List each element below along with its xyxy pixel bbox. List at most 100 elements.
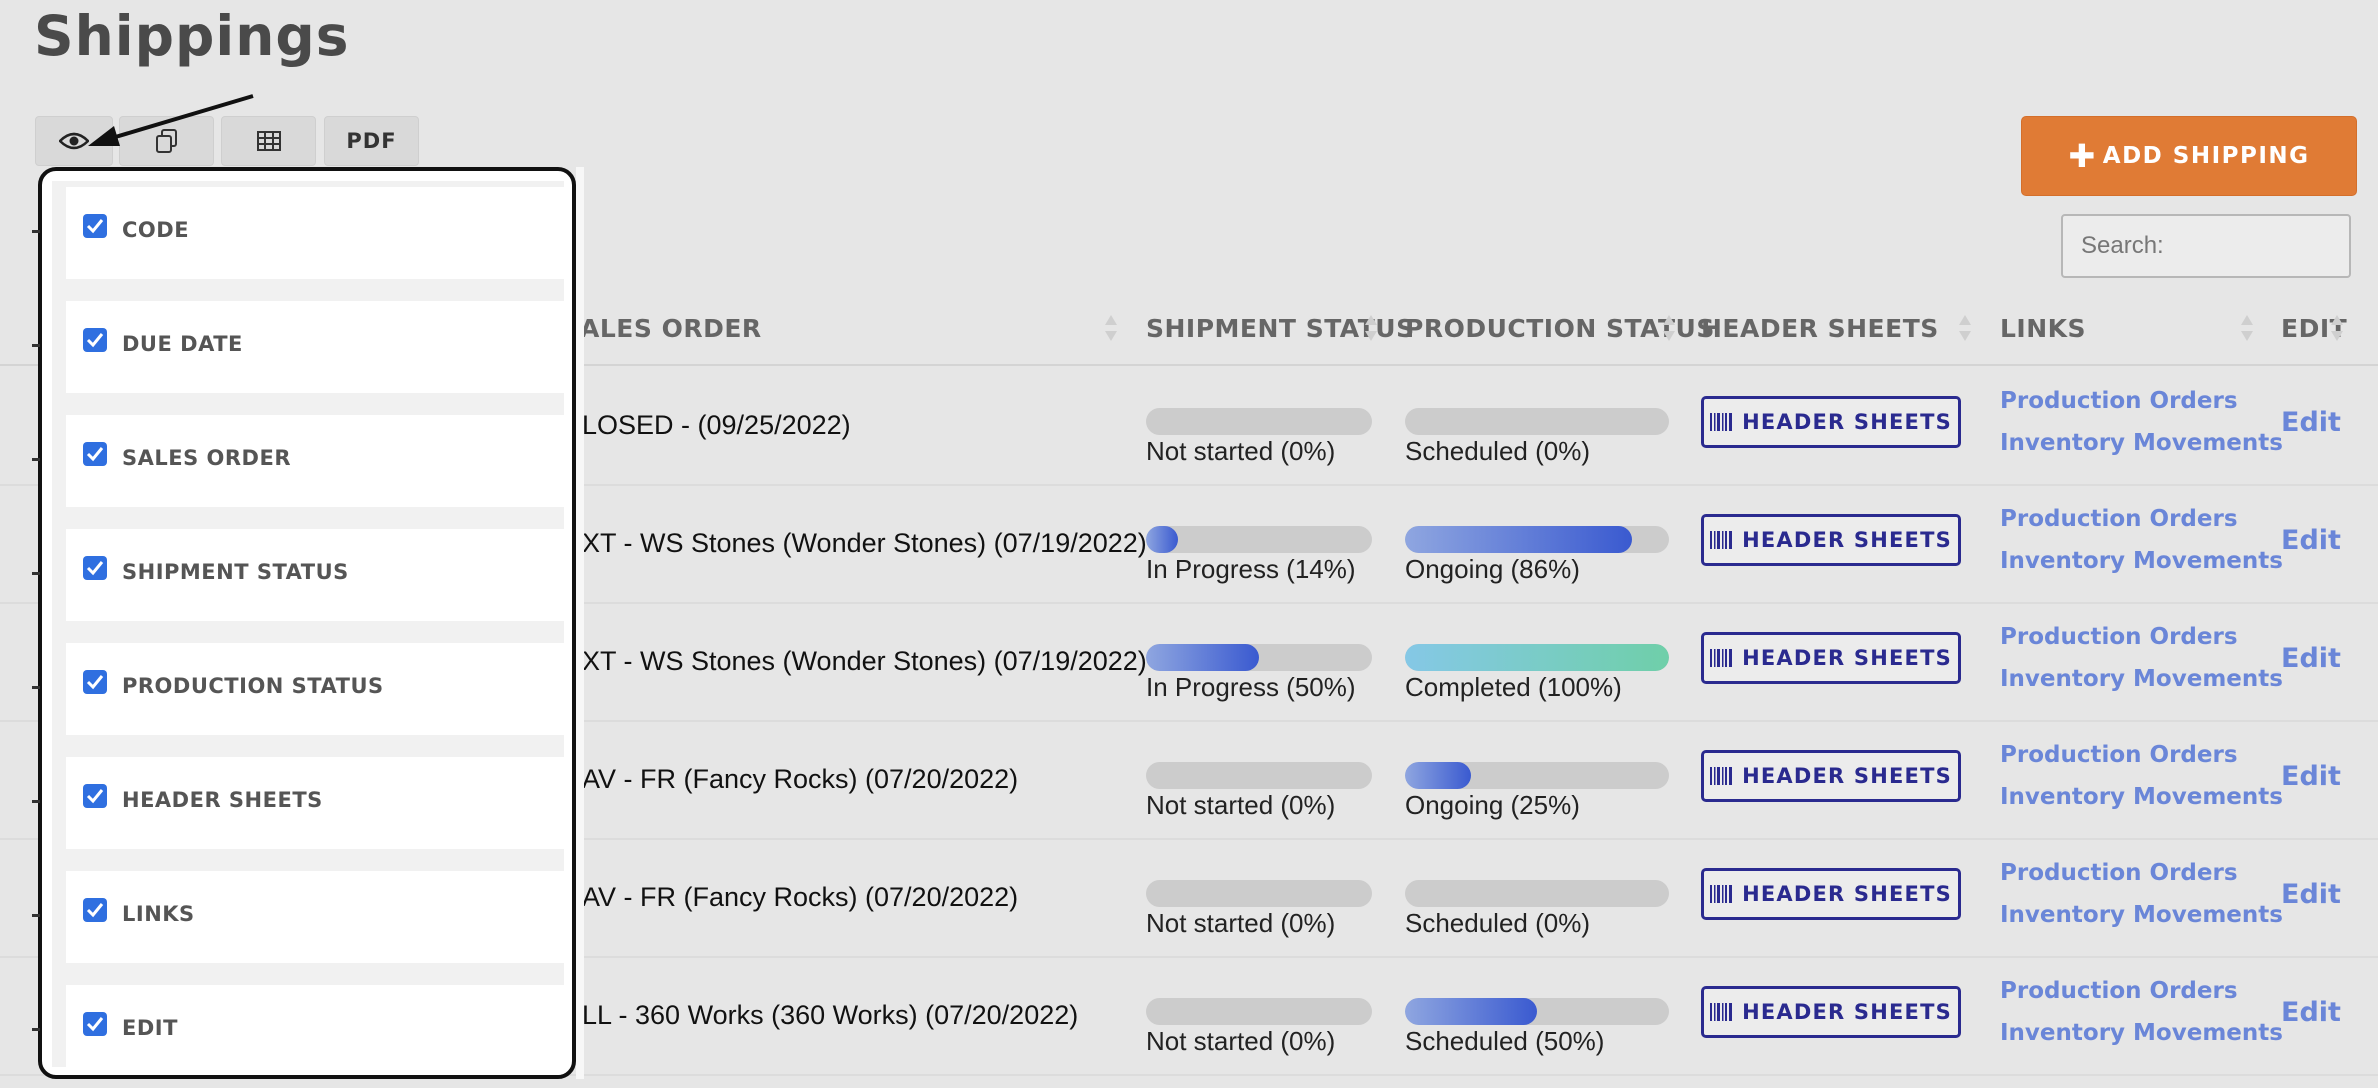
column-toggle-item[interactable]: SALES ORDER [66, 415, 566, 507]
sales-order-cell: XT - WS Stones (Wonder Stones) (07/19/20… [582, 528, 1147, 558]
shipment-progress-fill [1146, 526, 1178, 553]
row-marker [32, 458, 40, 461]
pdf-button[interactable]: PDF [324, 116, 419, 166]
checkbox[interactable] [83, 898, 107, 922]
column-toggle-item[interactable]: LINKS [66, 871, 566, 963]
sort-icon[interactable] [2330, 313, 2344, 343]
column-toggle-item[interactable]: SHIPMENT STATUS [66, 529, 566, 621]
column-toggle-item[interactable]: PRODUCTION STATUS [66, 643, 566, 735]
header-sheets-button[interactable]: HEADER SHEETS [1701, 514, 1961, 566]
shipment-progress-fill [1146, 644, 1259, 671]
header-sheets-button[interactable]: HEADER SHEETS [1701, 868, 1961, 920]
checkmark-icon [86, 1017, 104, 1032]
sales-order-cell: AV - FR (Fancy Rocks) (07/20/2022) [582, 764, 1019, 794]
annotation-arrow-icon [88, 94, 254, 146]
pdf-label: PDF [346, 129, 397, 153]
barcode-icon [1710, 767, 1733, 785]
shipment-progress-bar [1146, 526, 1372, 553]
column-toggle-item[interactable]: CODE [66, 187, 566, 279]
column-visibility-panel: CODE DUE DATE SALES ORDER SHIPMENT STATU… [38, 167, 576, 1079]
row-marker [32, 914, 40, 917]
shipment-status-label: Not started (0%) [1146, 1026, 1336, 1056]
inventory-movements-link[interactable]: Inventory Movements [2000, 548, 2283, 574]
production-progress-fill [1405, 762, 1471, 789]
checkbox[interactable] [83, 556, 107, 580]
production-progress-fill [1405, 644, 1669, 671]
checkmark-icon [86, 219, 104, 234]
sales-order-cell: LL - 360 Works (360 Works) (07/20/2022) [582, 1000, 1079, 1030]
checkbox[interactable] [83, 442, 107, 466]
checkmark-icon [86, 903, 104, 918]
production-progress-bar [1405, 526, 1669, 553]
production-orders-link[interactable]: Production Orders [2000, 742, 2238, 768]
header-sheets-label: HEADER SHEETS [1742, 528, 1952, 552]
header-sheets-label: HEADER SHEETS [1742, 764, 1952, 788]
edit-link[interactable]: Edit [2281, 997, 2341, 1028]
edit-link[interactable]: Edit [2281, 643, 2341, 674]
column-header-sales-order[interactable]: ALES ORDER [580, 314, 762, 343]
checkbox[interactable] [83, 1012, 107, 1036]
column-header-header-sheets[interactable]: HEADER SHEETS [1701, 314, 1939, 343]
row-marker [32, 572, 40, 575]
barcode-icon [1710, 885, 1733, 903]
shipment-status-label: In Progress (50%) [1146, 672, 1356, 702]
inventory-movements-link[interactable]: Inventory Movements [2000, 902, 2283, 928]
column-header-links[interactable]: LINKS [2000, 314, 2086, 343]
column-toggle-label: HEADER SHEETS [122, 788, 323, 812]
edit-link[interactable]: Edit [2281, 407, 2341, 438]
checkmark-icon [86, 447, 104, 462]
column-toggle-label: PRODUCTION STATUS [122, 674, 384, 698]
production-orders-link[interactable]: Production Orders [2000, 506, 2238, 532]
checkbox[interactable] [83, 328, 107, 352]
production-orders-link[interactable]: Production Orders [2000, 624, 2238, 650]
checkbox[interactable] [83, 670, 107, 694]
row-marker [32, 800, 40, 803]
production-orders-link[interactable]: Production Orders [2000, 978, 2238, 1004]
add-shipping-button[interactable]: ✚ ADD SHIPPING [2021, 116, 2357, 196]
header-sheets-button[interactable]: HEADER SHEETS [1701, 750, 1961, 802]
sort-icon[interactable] [2240, 313, 2254, 343]
header-sheets-button[interactable]: HEADER SHEETS [1701, 396, 1961, 448]
sort-icon[interactable] [1662, 313, 1676, 343]
header-sheets-label: HEADER SHEETS [1742, 882, 1952, 906]
plus-icon: ✚ [2068, 137, 2097, 175]
sales-order-cell: XT - WS Stones (Wonder Stones) (07/19/20… [582, 646, 1147, 676]
checkbox[interactable] [83, 784, 107, 808]
edit-link[interactable]: Edit [2281, 879, 2341, 910]
shipment-progress-bar [1146, 408, 1372, 435]
production-status-label: Ongoing (86%) [1405, 554, 1580, 584]
column-visibility-list: CODE DUE DATE SALES ORDER SHIPMENT STATU… [52, 181, 566, 1075]
row-marker [32, 686, 40, 689]
sort-icon[interactable] [1104, 313, 1118, 343]
inventory-movements-link[interactable]: Inventory Movements [2000, 666, 2283, 692]
inventory-movements-link[interactable]: Inventory Movements [2000, 784, 2283, 810]
production-status-label: Ongoing (25%) [1405, 790, 1580, 820]
column-toggle-label: SHIPMENT STATUS [122, 560, 349, 584]
production-status-label: Scheduled (0%) [1405, 436, 1590, 466]
sort-icon[interactable] [1364, 313, 1378, 343]
shipment-status-label: Not started (0%) [1146, 908, 1336, 938]
edit-link[interactable]: Edit [2281, 525, 2341, 556]
production-orders-link[interactable]: Production Orders [2000, 388, 2238, 414]
production-orders-link[interactable]: Production Orders [2000, 860, 2238, 886]
sort-icon[interactable] [1958, 313, 1972, 343]
column-toggle-item[interactable]: HEADER SHEETS [66, 757, 566, 849]
column-toggle-label: SALES ORDER [122, 446, 292, 470]
barcode-icon [1710, 1003, 1733, 1021]
production-progress-bar [1405, 998, 1669, 1025]
search-input[interactable] [2061, 214, 2351, 278]
inventory-movements-link[interactable]: Inventory Movements [2000, 1020, 2283, 1046]
edit-link[interactable]: Edit [2281, 761, 2341, 792]
header-sheets-button[interactable]: HEADER SHEETS [1701, 632, 1961, 684]
production-progress-bar [1405, 408, 1669, 435]
column-toggle-item[interactable]: EDIT [66, 985, 566, 1075]
shipment-status-label: Not started (0%) [1146, 790, 1336, 820]
header-sheets-button[interactable]: HEADER SHEETS [1701, 986, 1961, 1038]
column-toggle-item[interactable]: DUE DATE [66, 301, 566, 393]
barcode-icon [1710, 531, 1733, 549]
production-status-label: Scheduled (0%) [1405, 908, 1590, 938]
production-progress-fill [1405, 998, 1537, 1025]
checkbox[interactable] [83, 214, 107, 238]
inventory-movements-link[interactable]: Inventory Movements [2000, 430, 2283, 456]
shipment-progress-bar [1146, 762, 1372, 789]
